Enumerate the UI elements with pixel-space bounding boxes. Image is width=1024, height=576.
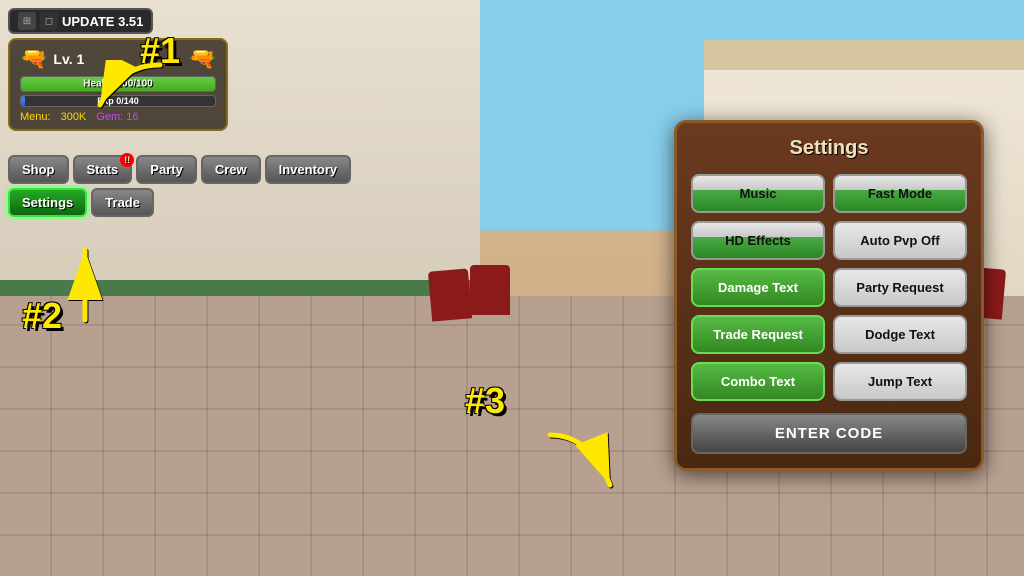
- icon-box-2: ◻: [40, 12, 58, 30]
- jump-text-button[interactable]: Jump Text: [833, 362, 967, 401]
- beli-value: 300K: [61, 111, 87, 123]
- music-button[interactable]: Music: [691, 174, 825, 213]
- trade-request-button[interactable]: Trade Request: [691, 315, 825, 354]
- annotation-3: #3: [465, 380, 505, 422]
- shop-button[interactable]: Shop: [8, 155, 69, 184]
- update-label: UPDATE 3.51: [62, 14, 143, 29]
- party-button[interactable]: Party: [136, 155, 197, 184]
- settings-button[interactable]: Settings: [8, 188, 87, 217]
- nav-row-1: Shop Stats !! Party Crew Inventory: [8, 155, 351, 184]
- chair-2: [470, 265, 510, 315]
- settings-grid: Music Fast Mode HD Effects Auto Pvp Off …: [691, 174, 967, 401]
- dodge-text-button[interactable]: Dodge Text: [833, 315, 967, 354]
- menu-label: Menu:: [20, 111, 51, 123]
- crew-button[interactable]: Crew: [201, 155, 261, 184]
- stats-button[interactable]: Stats !!: [73, 155, 133, 184]
- nav-buttons: Shop Stats !! Party Crew Inventory Setti…: [8, 155, 351, 217]
- party-request-button[interactable]: Party Request: [833, 268, 967, 307]
- update-badge: ⊞ ◻ UPDATE 3.51: [8, 8, 153, 34]
- character-icon: 🔫: [189, 46, 216, 72]
- damage-text-button[interactable]: Damage Text: [691, 268, 825, 307]
- exp-bar-fill: [21, 96, 25, 106]
- nav-row-2: Settings Trade: [8, 188, 351, 217]
- level-text: Lv. 1: [53, 51, 84, 67]
- gun-icon: 🔫: [20, 46, 47, 72]
- inventory-button[interactable]: Inventory: [265, 155, 352, 184]
- fast-mode-button[interactable]: Fast Mode: [833, 174, 967, 213]
- arrow-2: [55, 245, 115, 325]
- settings-title: Settings: [691, 137, 967, 160]
- arrow-3: [540, 430, 620, 500]
- stats-notif-badge: !!: [120, 153, 134, 167]
- auto-pvp-button[interactable]: Auto Pvp Off: [833, 221, 967, 260]
- combo-text-button[interactable]: Combo Text: [691, 362, 825, 401]
- chair-1: [428, 268, 472, 321]
- icon-box-1: ⊞: [18, 12, 36, 30]
- trade-button[interactable]: Trade: [91, 188, 154, 217]
- settings-panel: Settings Music Fast Mode HD Effects Auto…: [674, 120, 984, 471]
- hd-effects-button[interactable]: HD Effects: [691, 221, 825, 260]
- enter-code-button[interactable]: ENTER CODE: [691, 413, 967, 454]
- arrow-1: [90, 60, 170, 120]
